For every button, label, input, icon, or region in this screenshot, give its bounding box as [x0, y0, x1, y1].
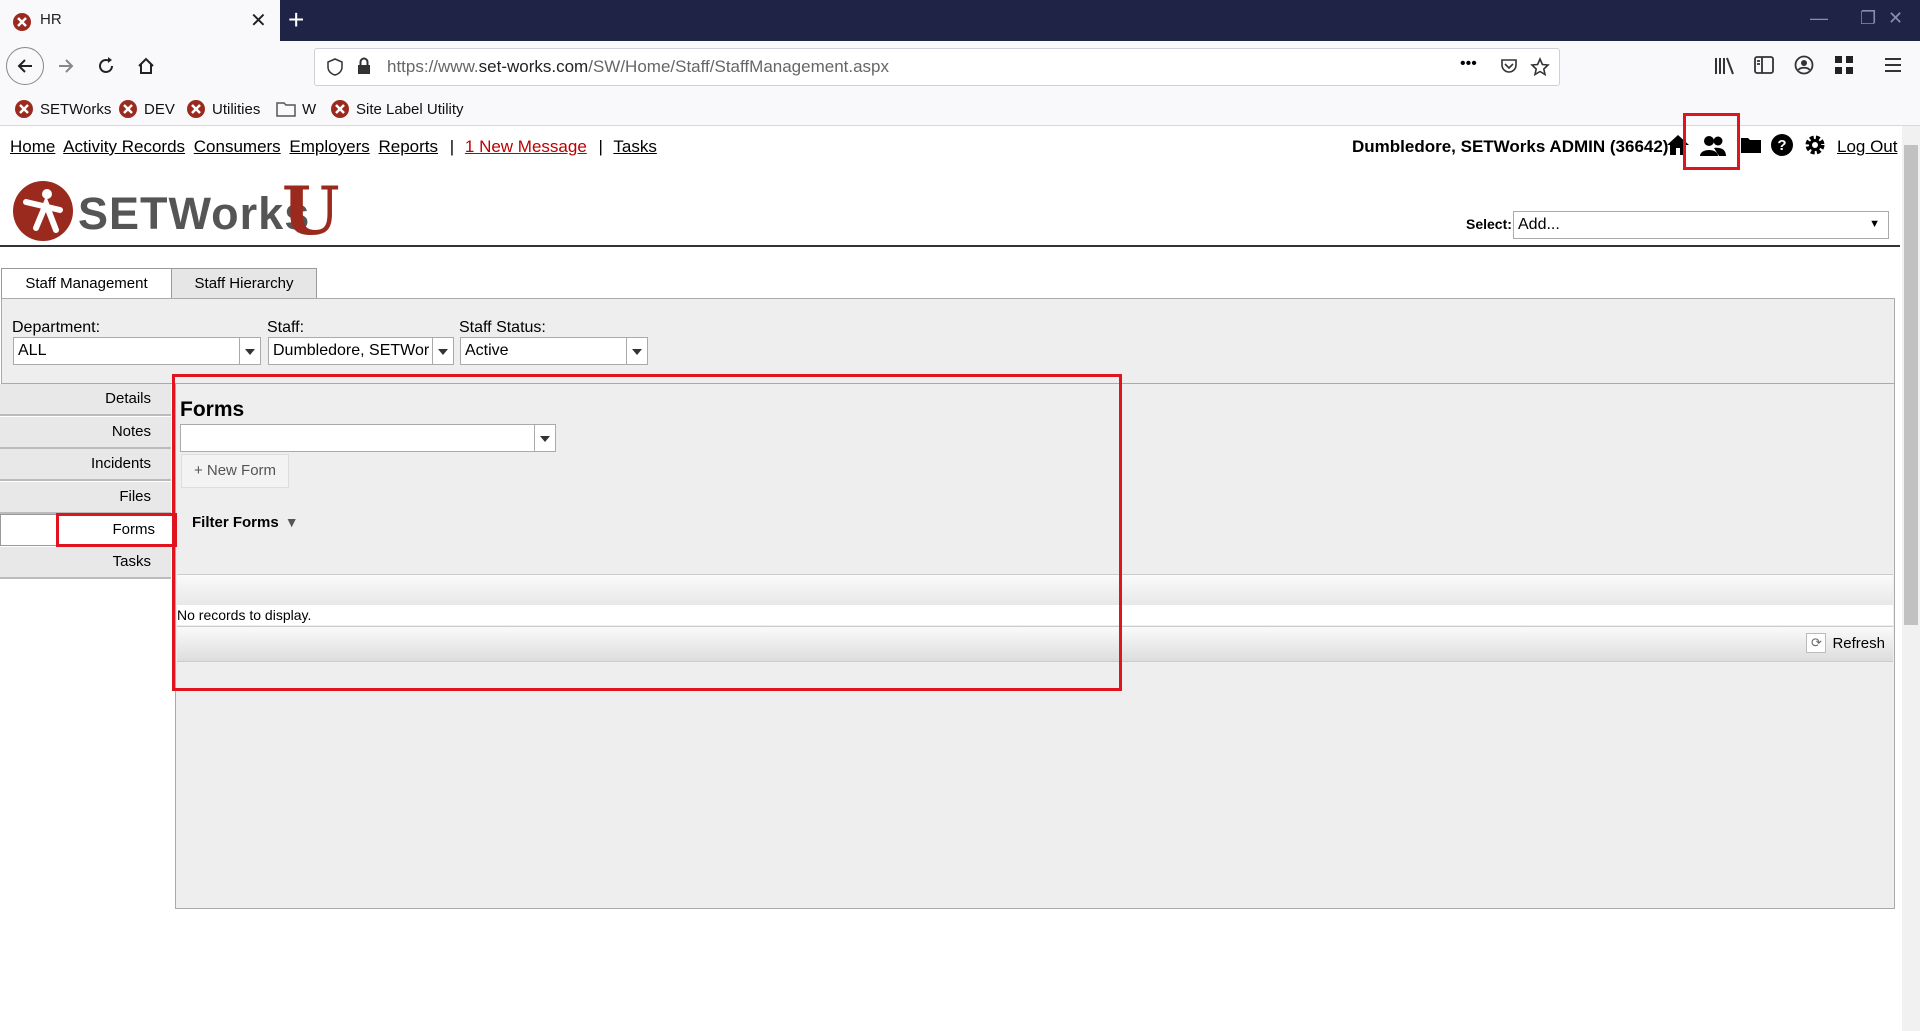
setworks-favicon — [187, 100, 205, 118]
bookmark-folder-w[interactable]: W — [276, 99, 316, 119]
pocket-icon[interactable] — [1500, 57, 1518, 75]
nav-reports-link[interactable]: Reports — [378, 137, 438, 156]
setworks-logo-icon — [13, 181, 73, 241]
scrollbar-thumb[interactable] — [1904, 145, 1918, 625]
highlight-staff-icon — [1683, 113, 1740, 170]
bookmark-star-icon[interactable] — [1530, 57, 1550, 77]
new-tab-button[interactable]: + — [288, 4, 304, 36]
refresh-button[interactable]: ⟳ Refresh — [1806, 633, 1885, 653]
browser-navbar: https://www.set-works.com/SW/Home/Staff/… — [0, 41, 1920, 91]
tab-staff-management[interactable]: Staff Management — [1, 268, 172, 299]
staff-status-dropdown[interactable]: Active — [460, 337, 648, 365]
tab-staff-hierarchy[interactable]: Staff Hierarchy — [171, 268, 317, 299]
close-window-icon[interactable]: ✕ — [1888, 8, 1903, 29]
browser-tab[interactable]: HR ✕ — [0, 0, 280, 41]
chevron-down-icon — [626, 338, 647, 364]
back-button[interactable] — [6, 47, 44, 85]
tab-title: HR — [40, 11, 62, 28]
add-select-value: Add... — [1518, 216, 1560, 233]
filter-panel: Department: ALL Staff: Dumbledore, SETWo… — [1, 298, 1895, 384]
staff-dropdown[interactable]: Dumbledore, SETWor — [268, 337, 454, 365]
home-icon[interactable] — [130, 50, 162, 82]
reload-icon[interactable] — [90, 50, 122, 82]
user-info: Dumbledore, SETWorks ADMIN (36642) — [1352, 137, 1668, 157]
page-actions-icon[interactable]: ••• — [1460, 55, 1477, 73]
highlight-forms-item — [56, 513, 177, 547]
url-text: https://www.set-works.com/SW/Home/Staff/… — [387, 57, 890, 76]
restore-icon[interactable]: ❐ — [1860, 8, 1876, 29]
select-label: Select: — [1466, 216, 1512, 232]
nav-separator: | — [449, 137, 455, 156]
nav-home-link[interactable]: Home — [10, 137, 55, 156]
menu-icon[interactable] — [1884, 56, 1902, 74]
bookmark-site-label-utility[interactable]: Site Label Utility — [330, 99, 464, 119]
nav-tasks-link[interactable]: Tasks — [613, 137, 656, 156]
highlight-forms-section — [172, 374, 1122, 691]
chevron-down-icon — [432, 338, 453, 364]
tab-close-icon[interactable]: ✕ — [250, 8, 267, 33]
setworks-favicon — [15, 100, 33, 118]
logout-link[interactable]: Log Out — [1837, 137, 1898, 157]
bookmark-setworks[interactable]: SETWorks — [14, 99, 111, 119]
top-navigation: Home Activity Records Consumers Employer… — [10, 137, 661, 157]
chevron-down-icon: ▼ — [1869, 218, 1880, 230]
folder-icon[interactable] — [1740, 135, 1762, 155]
help-icon[interactable]: ? — [1770, 133, 1794, 157]
chevron-down-icon — [239, 338, 260, 364]
staff-label: Staff: — [267, 319, 305, 336]
header-divider — [0, 245, 1900, 247]
department-label: Department: — [12, 319, 101, 336]
logo-wordmark: SETWorks — [78, 188, 311, 239]
svg-text:?: ? — [1777, 137, 1786, 154]
library-icon[interactable] — [1714, 56, 1736, 76]
user-name: Dumbledore, SETWorks ADMIN — [1352, 137, 1606, 156]
minimize-icon[interactable]: — — [1810, 8, 1828, 29]
setworks-logo: SETWorks U — [12, 172, 340, 250]
bookmark-dev[interactable]: DEV — [118, 99, 175, 119]
url-bar[interactable]: https://www.set-works.com/SW/Home/Staff/… — [314, 48, 1560, 86]
bookmarks-bar: SETWorks DEV Utilities W Site Label Util… — [0, 91, 1920, 126]
account-icon[interactable] — [1794, 55, 1814, 75]
nav-separator: | — [598, 137, 603, 156]
extensions-icon[interactable] — [1834, 55, 1854, 75]
nav-employers-link[interactable]: Employers — [289, 137, 369, 156]
shield-icon — [327, 58, 343, 76]
staff-status-label: Staff Status: — [459, 319, 546, 336]
setworks-favicon — [13, 13, 31, 31]
refresh-icon: ⟳ — [1806, 633, 1827, 653]
refresh-label: Refresh — [1832, 634, 1885, 652]
folder-icon — [276, 102, 296, 117]
sidebar-item-tasks[interactable]: Tasks — [0, 547, 171, 579]
bookmark-utilities[interactable]: Utilities — [186, 99, 260, 119]
user-id: (36642) — [1609, 137, 1669, 156]
new-message-link[interactable]: 1 New Message — [465, 137, 587, 156]
sidebar-item-files[interactable]: Files — [0, 482, 171, 514]
add-select[interactable]: Add... ▼ — [1513, 211, 1889, 239]
nav-consumers-link[interactable]: Consumers — [194, 137, 281, 156]
lock-icon — [358, 57, 370, 74]
nav-activity-records-link[interactable]: Activity Records — [63, 137, 185, 156]
sidebar-item-details[interactable]: Details — [0, 384, 171, 416]
setworks-favicon — [119, 100, 137, 118]
sidebar-item-incidents[interactable]: Incidents — [0, 449, 171, 481]
sidebar-item-notes[interactable]: Notes — [0, 417, 171, 449]
forward-button[interactable] — [50, 50, 82, 82]
sidebar-icon[interactable] — [1754, 56, 1774, 74]
department-dropdown[interactable]: ALL — [13, 337, 261, 365]
gear-icon[interactable] — [1803, 133, 1827, 157]
setworks-favicon — [331, 100, 349, 118]
logo-u: U — [282, 172, 340, 250]
